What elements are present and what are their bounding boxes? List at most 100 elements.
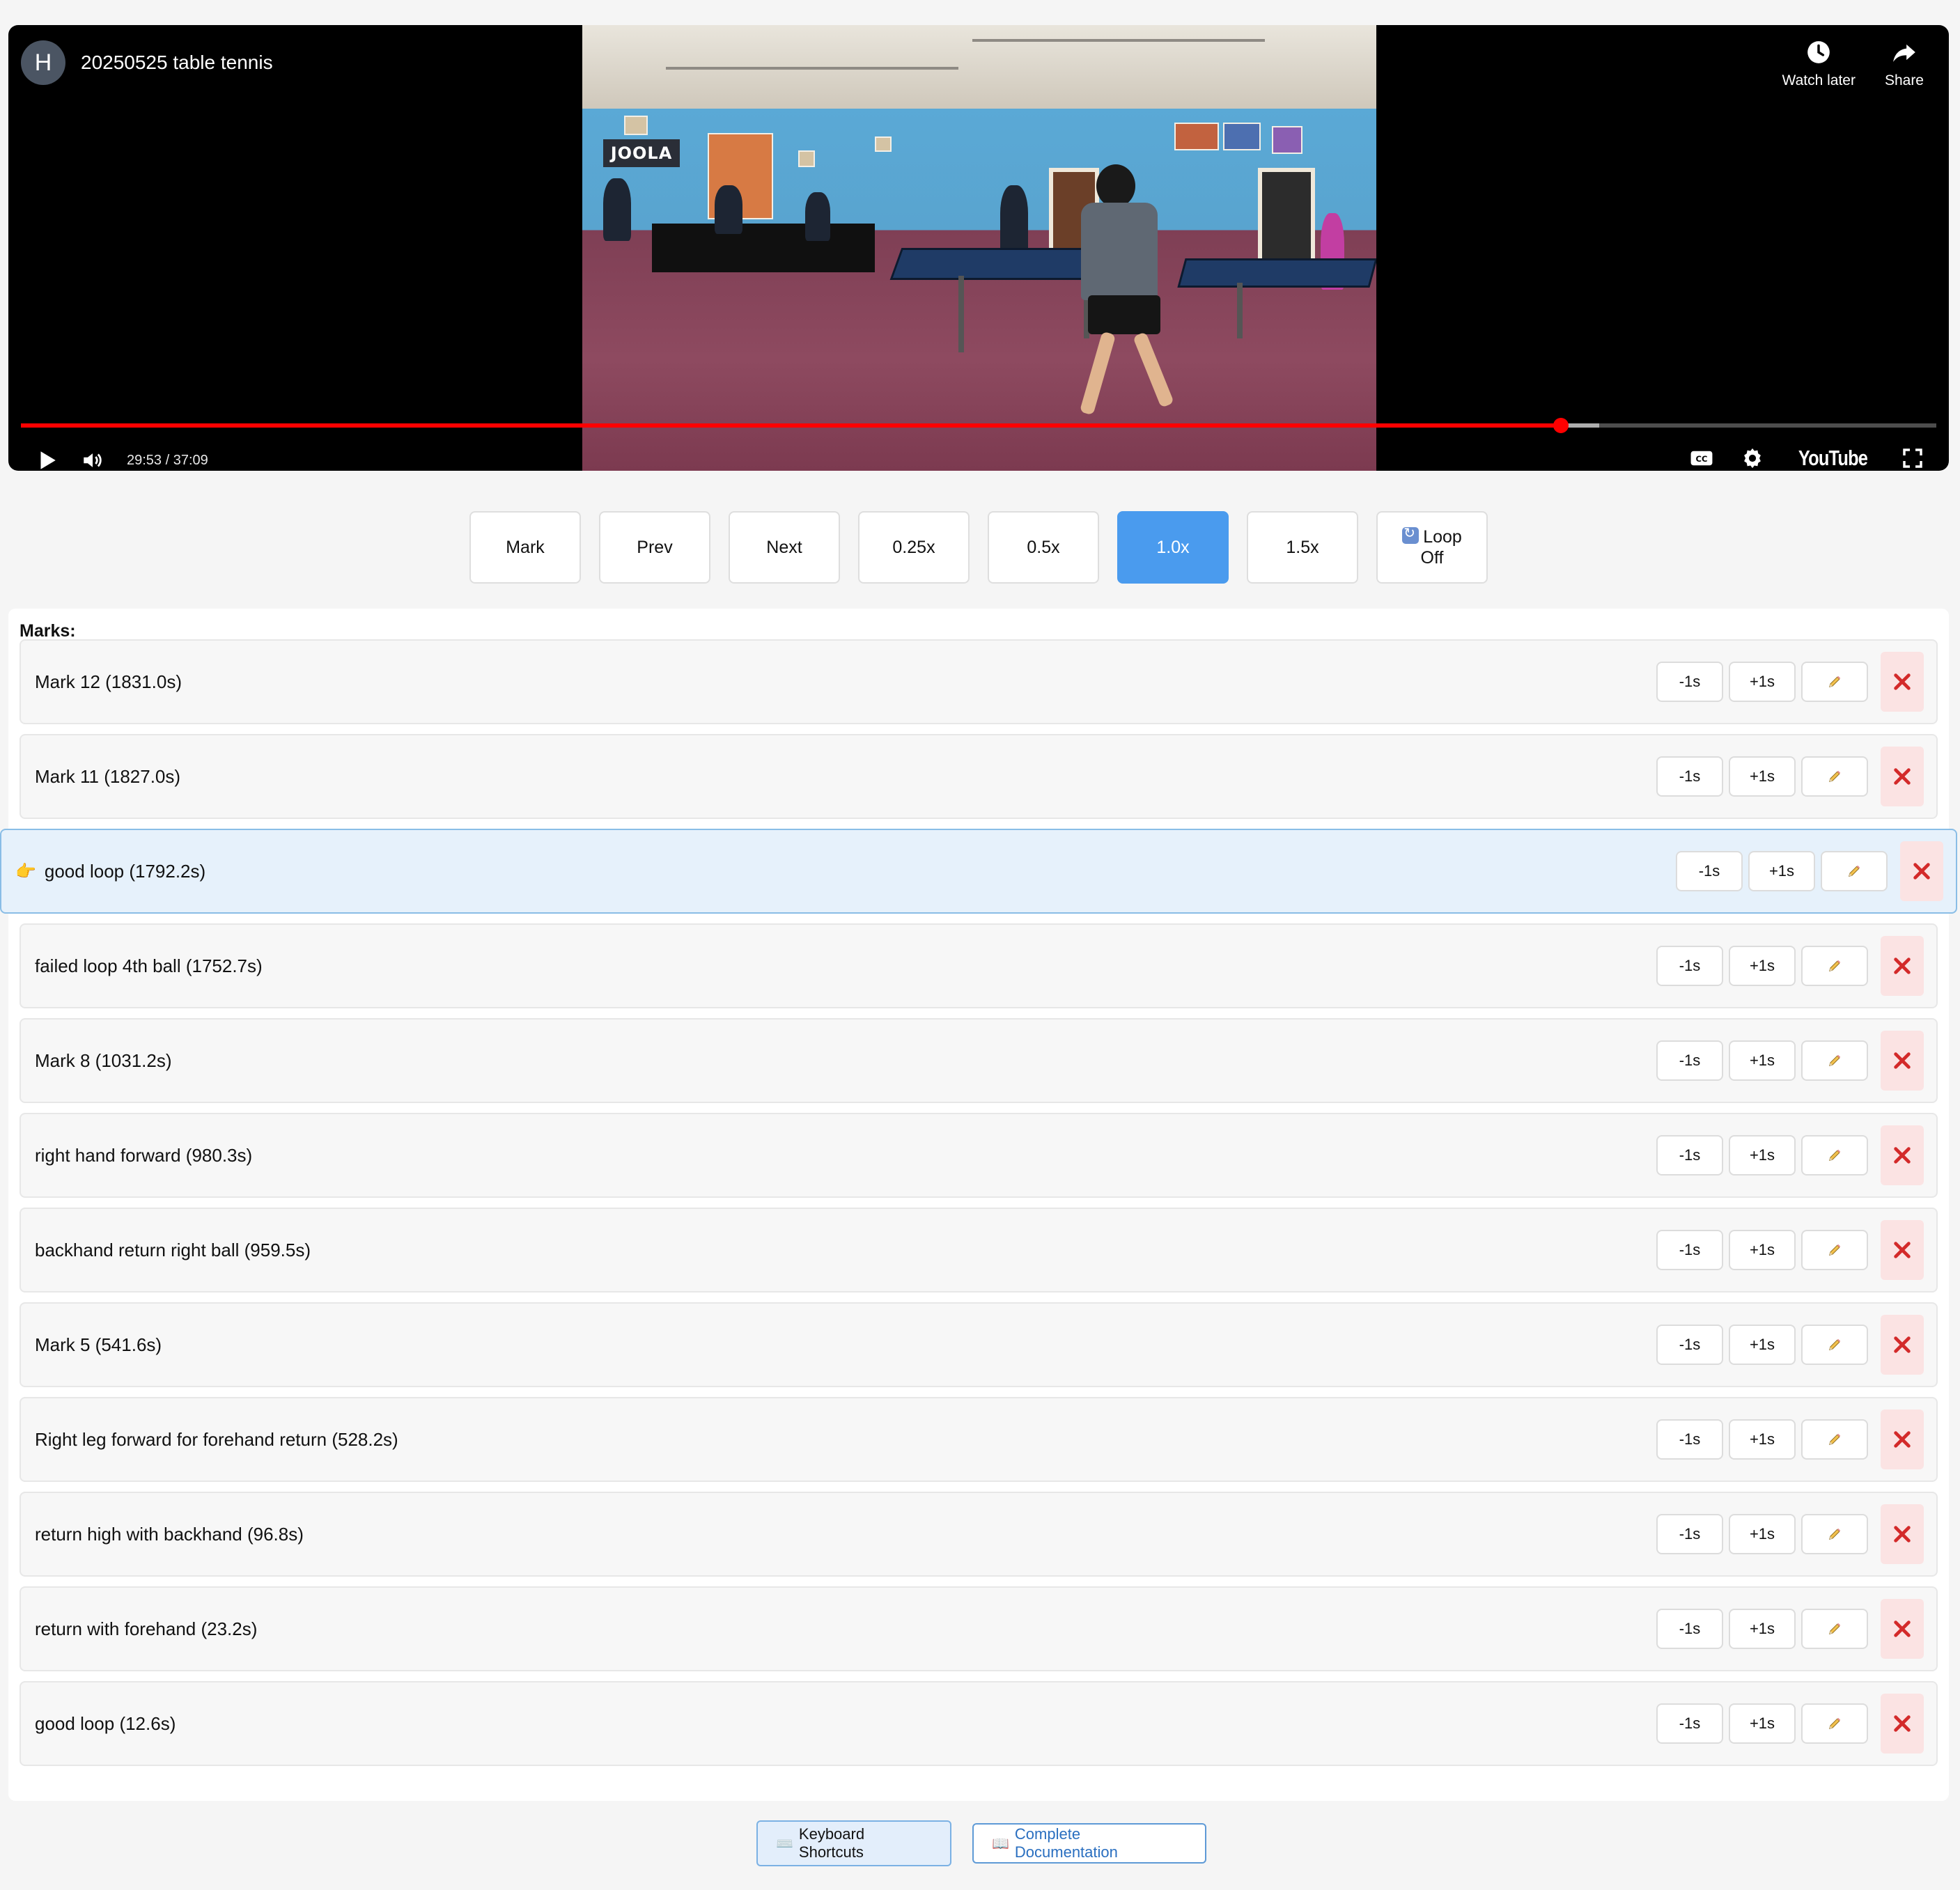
progress-bar[interactable] xyxy=(21,418,1936,433)
minus-1s-button[interactable]: -1s xyxy=(1656,1609,1723,1649)
mark-row[interactable]: Mark 12 (1831.0s) -1s +1s xyxy=(20,639,1938,724)
mark-row[interactable]: good loop (12.6s) -1s +1s xyxy=(20,1681,1938,1766)
plus-1s-button[interactable]: +1s xyxy=(1729,1325,1796,1365)
edit-mark-button[interactable] xyxy=(1801,1135,1868,1176)
delete-mark-button[interactable] xyxy=(1881,1125,1924,1185)
speed-1.5x-button[interactable]: 1.5x xyxy=(1247,511,1358,584)
mark-label[interactable]: backhand return right ball (959.5s) xyxy=(35,1209,311,1291)
mark-label-text: return high with backhand (96.8s) xyxy=(35,1523,304,1545)
volume-icon[interactable] xyxy=(81,448,104,471)
play-icon[interactable] xyxy=(35,448,59,471)
mark-button[interactable]: Mark xyxy=(469,511,581,584)
mark-label[interactable]: Mark 11 (1827.0s) xyxy=(35,735,180,818)
delete-mark-button[interactable] xyxy=(1881,652,1924,712)
progress-scrubber[interactable] xyxy=(1553,418,1569,433)
mark-row[interactable]: 👉 good loop (1792.2s) -1s +1s xyxy=(0,829,1957,914)
plus-1s-button[interactable]: +1s xyxy=(1729,1514,1796,1554)
edit-mark-button[interactable] xyxy=(1801,946,1868,986)
share-button[interactable]: Share xyxy=(1885,39,1924,89)
video-frame[interactable]: JOOLA xyxy=(582,25,1376,471)
captions-icon[interactable]: CC xyxy=(1689,446,1714,470)
minus-1s-button[interactable]: -1s xyxy=(1656,1514,1723,1554)
mark-row[interactable]: right hand forward (980.3s) -1s +1s xyxy=(20,1113,1938,1198)
edit-mark-button[interactable] xyxy=(1801,1419,1868,1460)
video-title[interactable]: 20250525 table tennis xyxy=(81,52,273,74)
mark-row[interactable]: Right leg forward for forehand return (5… xyxy=(20,1397,1938,1482)
video-player[interactable]: JOOLA H 20250525 table tennis Watch late… xyxy=(8,25,1949,471)
plus-1s-button[interactable]: +1s xyxy=(1748,851,1815,891)
delete-mark-button[interactable] xyxy=(1900,841,1943,901)
mark-row[interactable]: Mark 11 (1827.0s) -1s +1s xyxy=(20,734,1938,819)
fullscreen-icon[interactable] xyxy=(1901,446,1924,470)
delete-mark-button[interactable] xyxy=(1881,1315,1924,1375)
mark-row[interactable]: backhand return right ball (959.5s) -1s +1… xyxy=(20,1208,1938,1292)
edit-mark-button[interactable] xyxy=(1801,1230,1868,1270)
mark-label[interactable]: Right leg forward for forehand return (5… xyxy=(35,1398,398,1481)
edit-mark-button[interactable] xyxy=(1801,662,1868,702)
settings-icon[interactable] xyxy=(1741,446,1764,470)
delete-mark-button[interactable] xyxy=(1881,1220,1924,1280)
edit-mark-button[interactable] xyxy=(1821,851,1888,891)
mark-label[interactable]: Mark 8 (1031.2s) xyxy=(35,1020,172,1102)
edit-mark-button[interactable] xyxy=(1801,1514,1868,1554)
delete-mark-button[interactable] xyxy=(1881,1599,1924,1659)
speed-1.0x-button[interactable]: 1.0x xyxy=(1117,511,1229,584)
mark-row[interactable]: Mark 8 (1031.2s) -1s +1s xyxy=(20,1018,1938,1103)
delete-mark-button[interactable] xyxy=(1881,1031,1924,1091)
channel-avatar[interactable]: H xyxy=(21,40,65,85)
prev-button[interactable]: Prev xyxy=(599,511,710,584)
plus-1s-button[interactable]: +1s xyxy=(1729,662,1796,702)
video-scene-person xyxy=(805,192,830,241)
documentation-link[interactable]: 📖 Complete Documentation xyxy=(972,1823,1206,1864)
edit-mark-button[interactable] xyxy=(1801,756,1868,797)
watch-later-button[interactable]: Watch later xyxy=(1782,39,1856,89)
delete-mark-button[interactable] xyxy=(1881,747,1924,806)
minus-1s-button[interactable]: -1s xyxy=(1656,1419,1723,1460)
delete-mark-button[interactable] xyxy=(1881,936,1924,996)
time-display: 29:53 / 37:09 xyxy=(127,452,208,468)
mark-label[interactable]: return with forehand (23.2s) xyxy=(35,1588,257,1670)
mark-label[interactable]: 👉 good loop (1792.2s) xyxy=(15,830,205,912)
mark-row[interactable]: return high with backhand (96.8s) -1s +1s xyxy=(20,1492,1938,1577)
delete-mark-button[interactable] xyxy=(1881,1409,1924,1469)
minus-1s-button[interactable]: -1s xyxy=(1656,756,1723,797)
plus-1s-button[interactable]: +1s xyxy=(1729,1230,1796,1270)
plus-1s-button[interactable]: +1s xyxy=(1729,1040,1796,1081)
speed-0.25x-button[interactable]: 0.25x xyxy=(858,511,970,584)
minus-1s-button[interactable]: -1s xyxy=(1656,662,1723,702)
minus-1s-button[interactable]: -1s xyxy=(1656,1135,1723,1176)
video-scene-poster xyxy=(1272,126,1302,154)
plus-1s-button[interactable]: +1s xyxy=(1729,1419,1796,1460)
edit-mark-button[interactable] xyxy=(1801,1040,1868,1081)
plus-1s-button[interactable]: +1s xyxy=(1729,1703,1796,1744)
mark-label[interactable]: failed loop 4th ball (1752.7s) xyxy=(35,925,263,1007)
plus-1s-button[interactable]: +1s xyxy=(1729,1135,1796,1176)
mark-label[interactable]: return high with backhand (96.8s) xyxy=(35,1493,304,1575)
minus-1s-button[interactable]: -1s xyxy=(1656,1325,1723,1365)
edit-mark-button[interactable] xyxy=(1801,1609,1868,1649)
edit-mark-button[interactable] xyxy=(1801,1703,1868,1744)
speed-0.5x-button[interactable]: 0.5x xyxy=(988,511,1099,584)
minus-1s-button[interactable]: -1s xyxy=(1656,946,1723,986)
minus-1s-button[interactable]: -1s xyxy=(1656,1230,1723,1270)
plus-1s-button[interactable]: +1s xyxy=(1729,1609,1796,1649)
delete-mark-button[interactable] xyxy=(1881,1694,1924,1754)
youtube-logo[interactable]: YouTube xyxy=(1798,446,1868,471)
delete-mark-button[interactable] xyxy=(1881,1504,1924,1564)
next-button[interactable]: Next xyxy=(729,511,840,584)
mark-row[interactable]: Mark 5 (541.6s) -1s +1s xyxy=(20,1302,1938,1387)
mark-label[interactable]: Mark 5 (541.6s) xyxy=(35,1304,162,1386)
plus-1s-button[interactable]: +1s xyxy=(1729,756,1796,797)
mark-row[interactable]: failed loop 4th ball (1752.7s) -1s +1s xyxy=(20,923,1938,1008)
mark-label[interactable]: Mark 12 (1831.0s) xyxy=(35,641,182,723)
minus-1s-button[interactable]: -1s xyxy=(1656,1703,1723,1744)
loop-toggle-button[interactable]: Loop Off xyxy=(1376,511,1488,584)
mark-label[interactable]: right hand forward (980.3s) xyxy=(35,1114,252,1196)
minus-1s-button[interactable]: -1s xyxy=(1676,851,1743,891)
keyboard-shortcuts-button[interactable]: ⌨️ Keyboard Shortcuts xyxy=(756,1820,951,1866)
mark-row[interactable]: return with forehand (23.2s) -1s +1s xyxy=(20,1586,1938,1671)
edit-mark-button[interactable] xyxy=(1801,1325,1868,1365)
minus-1s-button[interactable]: -1s xyxy=(1656,1040,1723,1081)
mark-label[interactable]: good loop (12.6s) xyxy=(35,1682,176,1765)
plus-1s-button[interactable]: +1s xyxy=(1729,946,1796,986)
